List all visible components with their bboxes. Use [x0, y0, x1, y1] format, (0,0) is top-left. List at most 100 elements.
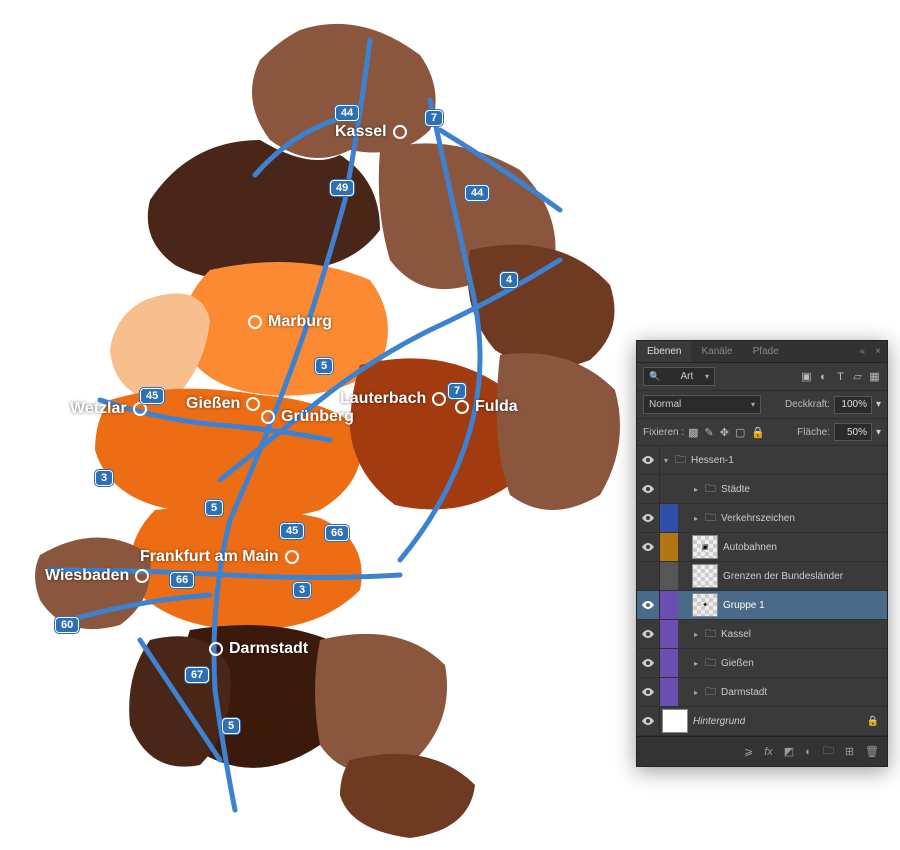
layer-name: Städte: [721, 484, 750, 495]
color-swatch: [660, 591, 678, 619]
add-mask-icon[interactable]: ◩: [784, 745, 794, 758]
opacity-value: 100%: [841, 399, 867, 410]
layer-name: Autobahnen: [723, 542, 777, 553]
color-swatch: [660, 620, 678, 648]
color-swatch: [660, 504, 678, 532]
disclosure-closed-icon[interactable]: ▸: [692, 485, 700, 494]
road-badge: 60: [55, 617, 79, 633]
filter-smart-icon[interactable]: ▦: [868, 370, 881, 383]
filter-adjustment-icon[interactable]: ◐: [817, 370, 830, 383]
blend-mode-dropdown[interactable]: Normal ▾: [643, 395, 761, 414]
eye-icon[interactable]: [642, 514, 654, 522]
layer-thumbnail: ▣: [692, 535, 718, 559]
disclosure-closed-icon[interactable]: ▸: [692, 630, 700, 639]
tab-paths[interactable]: Pfade: [743, 341, 789, 362]
new-group-icon[interactable]: 🗀: [823, 742, 834, 761]
layer-fx-icon[interactable]: fx: [764, 746, 773, 758]
layer-row-hintergrund[interactable]: Hintergrund 🔒: [637, 707, 887, 736]
folder-icon: 🗀: [705, 480, 716, 499]
fill-label: Fläche:: [797, 427, 830, 438]
city-dot-icon: [261, 410, 275, 424]
layer-name: Kassel: [721, 629, 751, 640]
layer-name: Hintergrund: [693, 716, 745, 727]
road-badge: 45: [280, 523, 304, 539]
disclosure-open-icon[interactable]: ▾: [662, 456, 670, 465]
eye-icon[interactable]: [642, 543, 654, 551]
eye-icon[interactable]: [642, 601, 654, 609]
layer-row-gruppe1[interactable]: ✦ Gruppe 1: [637, 591, 887, 620]
road-badge: 49: [330, 180, 354, 196]
layer-row-darmstadt[interactable]: ▸ 🗀 Darmstadt: [637, 678, 887, 707]
lock-all-icon[interactable]: 🔒: [751, 426, 765, 439]
city-label: Wetzlar: [70, 400, 127, 418]
city-gruenberg: Grünberg: [261, 408, 354, 426]
layer-row-root[interactable]: ▾ 🗀 Hessen-1: [637, 446, 887, 475]
tab-channels[interactable]: Kanäle: [691, 341, 742, 362]
color-swatch: [660, 475, 678, 503]
fill-input[interactable]: 50%: [834, 423, 872, 441]
opacity-input[interactable]: 100%: [834, 396, 872, 414]
road-badge: 3: [95, 470, 113, 486]
city-marburg: Marburg: [248, 313, 332, 331]
region-vogelsberg: [350, 358, 518, 509]
region-fulda: [497, 353, 620, 510]
layer-row-staedte[interactable]: ▸ 🗀 Städte: [637, 475, 887, 504]
chevron-down-icon[interactable]: ▾: [876, 427, 881, 438]
map-canvas[interactable]: Kassel Marburg Gießen Grünberg Wetzlar L…: [0, 0, 640, 850]
filter-shape-icon[interactable]: ▱: [851, 370, 864, 383]
layer-row-giessen[interactable]: ▸ 🗀 Gießen: [637, 649, 887, 678]
road-badge: 3: [293, 582, 311, 598]
collapse-icon[interactable]: «: [860, 346, 866, 357]
lock-icon[interactable]: 🔒: [867, 716, 887, 727]
chevron-down-icon[interactable]: ▾: [876, 399, 881, 410]
fill-value: 50%: [847, 427, 867, 438]
lock-transparency-icon[interactable]: ▩: [688, 426, 698, 439]
road-badge: 7: [448, 383, 466, 399]
lock-pixels-icon[interactable]: ✎: [705, 426, 714, 439]
road-badge: 67: [185, 667, 209, 683]
layer-row-verkehr[interactable]: ▸ 🗀 Verkehrszeichen: [637, 504, 887, 533]
eye-icon[interactable]: [642, 659, 654, 667]
city-frankfurt: Frankfurt am Main: [140, 548, 299, 566]
adjustment-icon[interactable]: ◐: [805, 746, 812, 758]
layer-name: Gruppe 1: [723, 600, 765, 611]
disclosure-closed-icon[interactable]: ▸: [692, 659, 700, 668]
disclosure-closed-icon[interactable]: ▸: [692, 514, 700, 523]
city-label: Wiesbaden: [45, 567, 129, 585]
city-darmstadt: Darmstadt: [209, 640, 308, 658]
city-dot-icon: [133, 402, 147, 416]
layer-row-grenzen[interactable]: Grenzen der Bundesländer: [637, 562, 887, 591]
eye-icon[interactable]: [642, 630, 654, 638]
link-layers-icon[interactable]: ⩾: [744, 745, 753, 758]
lock-position-icon[interactable]: ✥: [720, 426, 729, 439]
road-badge: 5: [315, 358, 333, 374]
filter-kind-dropdown[interactable]: 🔍 Art ▾: [643, 367, 715, 386]
folder-icon: 🗀: [705, 509, 716, 528]
city-label: Frankfurt am Main: [140, 548, 279, 566]
city-label: Kassel: [335, 123, 387, 141]
chevron-down-icon: ▾: [705, 372, 709, 381]
lock-artboard-icon[interactable]: ▢: [735, 426, 745, 439]
city-dot-icon: [455, 400, 469, 414]
region-s2: [340, 754, 475, 838]
close-icon[interactable]: ×: [875, 346, 881, 357]
blend-mode-value: Normal: [649, 399, 681, 410]
layer-row-kassel[interactable]: ▸ 🗀 Kassel: [637, 620, 887, 649]
eye-icon[interactable]: [642, 485, 654, 493]
disclosure-closed-icon[interactable]: ▸: [692, 688, 700, 697]
layer-thumbnail: ✦: [692, 593, 718, 617]
eye-icon[interactable]: [642, 717, 654, 725]
filter-type-icon[interactable]: T: [834, 370, 847, 383]
layer-name: Verkehrszeichen: [721, 513, 795, 524]
layers-panel[interactable]: Ebenen Kanäle Pfade « × 🔍 Art ▾ ▣ ◐ T ▱ …: [636, 340, 888, 767]
eye-icon[interactable]: [642, 688, 654, 696]
tab-layers[interactable]: Ebenen: [637, 341, 691, 362]
layer-tree: ▾ 🗀 Hessen-1 ▸ 🗀 Städte ▸ 🗀 Verkehrszeic…: [637, 446, 887, 736]
layer-row-autobahnen[interactable]: ▣ Autobahnen: [637, 533, 887, 562]
road-badge: 45: [140, 388, 164, 404]
filter-pixel-icon[interactable]: ▣: [800, 370, 813, 383]
new-layer-icon[interactable]: ⊞: [845, 745, 854, 758]
eye-icon[interactable]: [642, 456, 654, 464]
delete-layer-icon[interactable]: 🗑: [865, 745, 879, 758]
road-badge: 5: [205, 500, 223, 516]
